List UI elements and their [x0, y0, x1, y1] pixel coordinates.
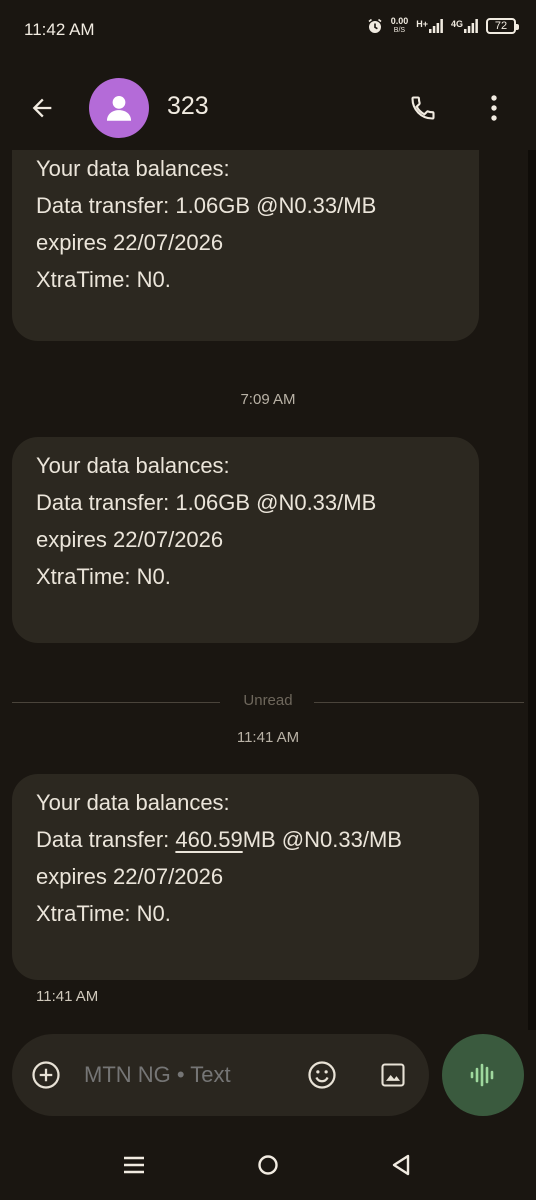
message-text: MB @N0.33/MB	[242, 827, 402, 852]
network-type-1: H+	[416, 19, 428, 29]
voice-message-button[interactable]	[442, 1034, 524, 1116]
battery-icon: 72	[486, 18, 519, 34]
signal-icon-2: 4G	[451, 19, 478, 33]
recents-button[interactable]	[116, 1150, 152, 1180]
back-triangle-icon	[392, 1154, 410, 1176]
message-line: XtraTime: N0.	[36, 901, 171, 926]
detected-number-link[interactable]: 460.59	[175, 827, 242, 852]
unread-divider: Unread	[12, 692, 524, 712]
message-line: Data transfer: 460.59MB @N0.33/MB	[36, 821, 455, 858]
home-button[interactable]	[250, 1150, 286, 1180]
divider-line	[314, 702, 524, 703]
message-bubble[interactable]: Your data balances: Data transfer: 1.06G…	[12, 150, 479, 341]
nav-back-button[interactable]	[383, 1150, 419, 1180]
message-line: Data transfer: 1.06GB @N0.33/MB	[36, 490, 377, 515]
more-vert-icon	[491, 95, 497, 121]
status-icons: 0.00 B/S H+ 4G 72	[367, 17, 519, 35]
message-line: Your data balances:	[36, 790, 230, 815]
message-line: Data transfer: 1.06GB @N0.33/MB	[36, 193, 377, 218]
call-button[interactable]	[404, 89, 442, 127]
recents-icon	[124, 1156, 144, 1174]
message-text: Data transfer:	[36, 827, 176, 852]
net-speed-value: 0.00	[390, 16, 409, 26]
emoji-button[interactable]	[305, 1058, 339, 1092]
net-speed: 0.00 B/S	[391, 17, 409, 35]
back-arrow-icon	[32, 98, 52, 118]
unread-label: Unread	[243, 692, 293, 709]
add-circle-icon	[32, 1061, 60, 1089]
message-bubble[interactable]: Your data balances: Data transfer: 460.5…	[12, 774, 479, 980]
message-line: Your data balances:	[36, 453, 230, 478]
message-line: expires 22/07/2026	[36, 230, 224, 255]
phone-icon	[411, 96, 435, 120]
scrollbar[interactable]	[528, 150, 536, 1030]
network-type-2: 4G	[450, 19, 463, 29]
person-icon	[106, 95, 132, 121]
image-icon	[381, 1063, 405, 1087]
status-time: 11:42 AM	[24, 20, 95, 39]
message-line: expires 22/07/2026	[36, 527, 224, 552]
attach-button[interactable]	[30, 1059, 62, 1091]
message-line: Your data balances:	[36, 156, 230, 181]
contact-name[interactable]: 323	[167, 92, 209, 121]
message-input[interactable]	[84, 1062, 294, 1088]
compose-bar	[12, 1034, 429, 1116]
message-line: XtraTime: N0.	[36, 267, 171, 292]
status-bar: 11:42 AM 0.00 B/S H+ 4G 72	[0, 0, 536, 60]
back-button[interactable]	[24, 90, 60, 126]
conversation-header: 323	[0, 72, 536, 144]
message-timestamp: 7:09 AM	[240, 391, 296, 408]
signal-icon-1: H+	[416, 19, 443, 33]
alarm-icon	[367, 18, 383, 34]
message-line: expires 22/07/2026	[36, 864, 224, 889]
last-message-time: 11:41 AM	[36, 988, 99, 1005]
system-navigation-bar	[0, 1128, 536, 1200]
more-options-button[interactable]	[480, 89, 508, 127]
waveform-icon	[470, 1063, 494, 1087]
emoji-icon	[308, 1061, 336, 1089]
gallery-button[interactable]	[376, 1058, 410, 1092]
net-speed-unit: B/S	[393, 27, 406, 34]
message-line: XtraTime: N0.	[36, 564, 171, 589]
home-icon	[258, 1155, 278, 1175]
avatar[interactable]	[89, 78, 149, 138]
message-timestamp: 11:41 AM	[236, 729, 300, 746]
message-bubble[interactable]: Your data balances: Data transfer: 1.06G…	[12, 437, 479, 643]
